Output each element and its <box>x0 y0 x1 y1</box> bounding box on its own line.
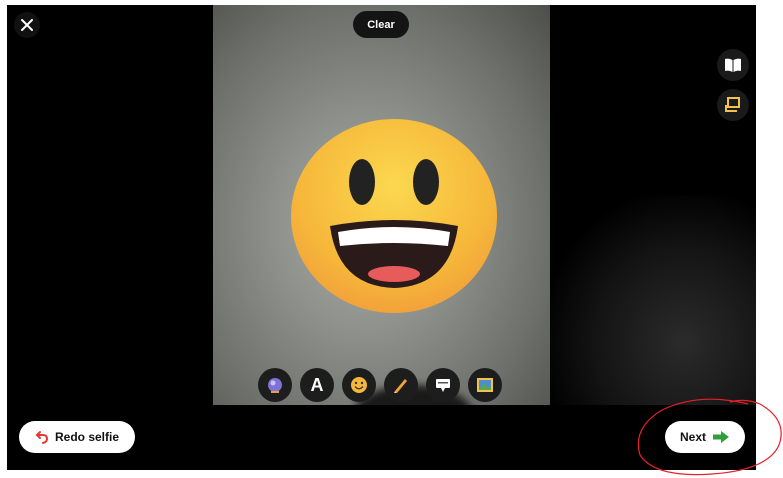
close-icon <box>21 19 33 31</box>
redo-selfie-button[interactable]: Redo selfie <box>19 421 135 453</box>
pen-tool-button[interactable] <box>384 368 418 402</box>
undo-arrow-icon <box>35 431 48 444</box>
image-tool-button[interactable] <box>468 368 502 402</box>
caption-icon <box>436 379 450 392</box>
guide-button[interactable] <box>717 49 749 81</box>
sticker-bubble-icon <box>268 378 282 393</box>
clear-button[interactable]: Clear <box>353 11 409 38</box>
redo-selfie-label: Redo selfie <box>54 430 120 444</box>
flip-button[interactable] <box>717 89 749 121</box>
book-icon <box>725 58 741 72</box>
caption-tool-button[interactable] <box>426 368 460 402</box>
emoji-tool-button[interactable] <box>342 368 376 402</box>
pen-icon <box>394 379 407 393</box>
arrow-right-icon <box>713 431 729 443</box>
grinning-emoji-sticker[interactable] <box>290 118 498 314</box>
bottom-action-bar: Redo selfie Next <box>7 405 756 470</box>
text-tool-button[interactable]: A <box>300 368 334 402</box>
next-label: Next <box>679 430 706 444</box>
flip-card-icon <box>725 97 740 112</box>
emoji-icon <box>351 377 367 393</box>
sticker-tool-button[interactable] <box>258 368 292 402</box>
background-glare <box>546 195 756 405</box>
image-icon <box>477 378 493 392</box>
next-button[interactable]: Next <box>665 421 745 453</box>
close-button[interactable] <box>14 12 40 38</box>
text-icon: A <box>310 374 324 395</box>
editing-toolbar: A <box>258 368 502 402</box>
